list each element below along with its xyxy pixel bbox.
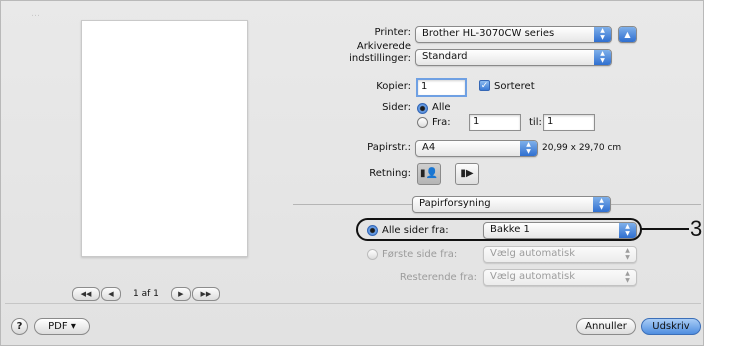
print-button[interactable]: Udskriv [641, 318, 701, 335]
remaining-label: Resterende fra: [399, 272, 477, 283]
printer-popup[interactable]: Brother HL-3070CW series ▲ ▼ [415, 26, 612, 43]
presets-label: Arkiverede indstillinger: [349, 41, 411, 64]
collate-checkbox[interactable]: ✓ [479, 80, 490, 91]
print-dialog: … ◀◀ ◀ 1 af 1 ▶ ▶▶ Printer: Brother HL-3… [0, 0, 704, 346]
copies-label: Kopier: [376, 81, 411, 92]
copies-field[interactable]: 1 [416, 78, 467, 97]
updown-arrows-icon: ▲ ▼ [520, 141, 537, 156]
updown-arrows-icon: ▲ ▼ [594, 27, 611, 42]
section-separator-left [293, 204, 412, 205]
pages-from-radio[interactable] [417, 117, 428, 128]
paper-size-popup[interactable]: A4 ▲ ▼ [415, 140, 538, 157]
printer-label: Printer: [374, 27, 411, 38]
collate-label: Sorteret [494, 81, 535, 92]
updown-arrows-icon: ▲ ▼ [593, 197, 610, 212]
orientation-label: Retning: [369, 168, 411, 179]
page-preview [81, 20, 248, 257]
section-separator-right [611, 204, 701, 205]
first-page-icon[interactable]: ◀◀ [72, 287, 100, 301]
pages-label: Sider: [382, 102, 411, 113]
next-page-icon[interactable]: ▶ [170, 287, 191, 301]
pages-to-label: til: [529, 117, 542, 128]
preview-pager: ◀◀ ◀ 1 af 1 ▶ ▶▶ [72, 287, 220, 301]
callout-leader-line [641, 228, 689, 230]
first-page-popup[interactable]: Vælg automatisk ▲ ▼ [483, 246, 637, 263]
last-page-icon[interactable]: ▶▶ [191, 287, 220, 301]
pages-from-label: Fra: [432, 117, 451, 128]
first-page-label: Første side fra: [382, 249, 458, 260]
paper-dimensions: 20,99 x 29,70 cm [542, 143, 622, 153]
footer-separator [5, 303, 701, 304]
cancel-button[interactable]: Annuller [576, 318, 636, 335]
previous-page-icon[interactable]: ◀ [101, 287, 121, 301]
presets-popup[interactable]: Standard ▲ ▼ [415, 49, 612, 66]
updown-arrows-icon: ▲ ▼ [625, 247, 630, 261]
first-page-radio[interactable] [367, 249, 378, 260]
updown-arrows-icon: ▲ ▼ [594, 50, 611, 65]
remaining-popup[interactable]: Vælg automatisk ▲ ▼ [483, 269, 637, 286]
pages-from-field[interactable]: 1 [469, 114, 521, 131]
help-icon[interactable]: ? [11, 318, 28, 335]
paper-size-label: Papirstr.: [367, 142, 411, 153]
pages-to-field[interactable]: 1 [543, 114, 595, 131]
landscape-orientation-icon[interactable]: ▮▶ [455, 163, 479, 185]
pages-all-radio[interactable] [417, 103, 428, 114]
section-popup[interactable]: Papirforsyning ▲ ▼ [412, 196, 611, 213]
callout-number: 3 [690, 216, 703, 241]
pdf-button[interactable]: PDF ▾ [34, 318, 90, 335]
updown-arrows-icon: ▲ ▼ [625, 270, 630, 284]
disclosure-up-icon[interactable]: ▲ [618, 26, 637, 43]
page-info: 1 af 1 [133, 289, 159, 299]
pages-all-label: Alle [432, 102, 451, 113]
portrait-orientation-icon[interactable]: ▮👤 [417, 163, 441, 185]
callout-outline [356, 218, 642, 241]
